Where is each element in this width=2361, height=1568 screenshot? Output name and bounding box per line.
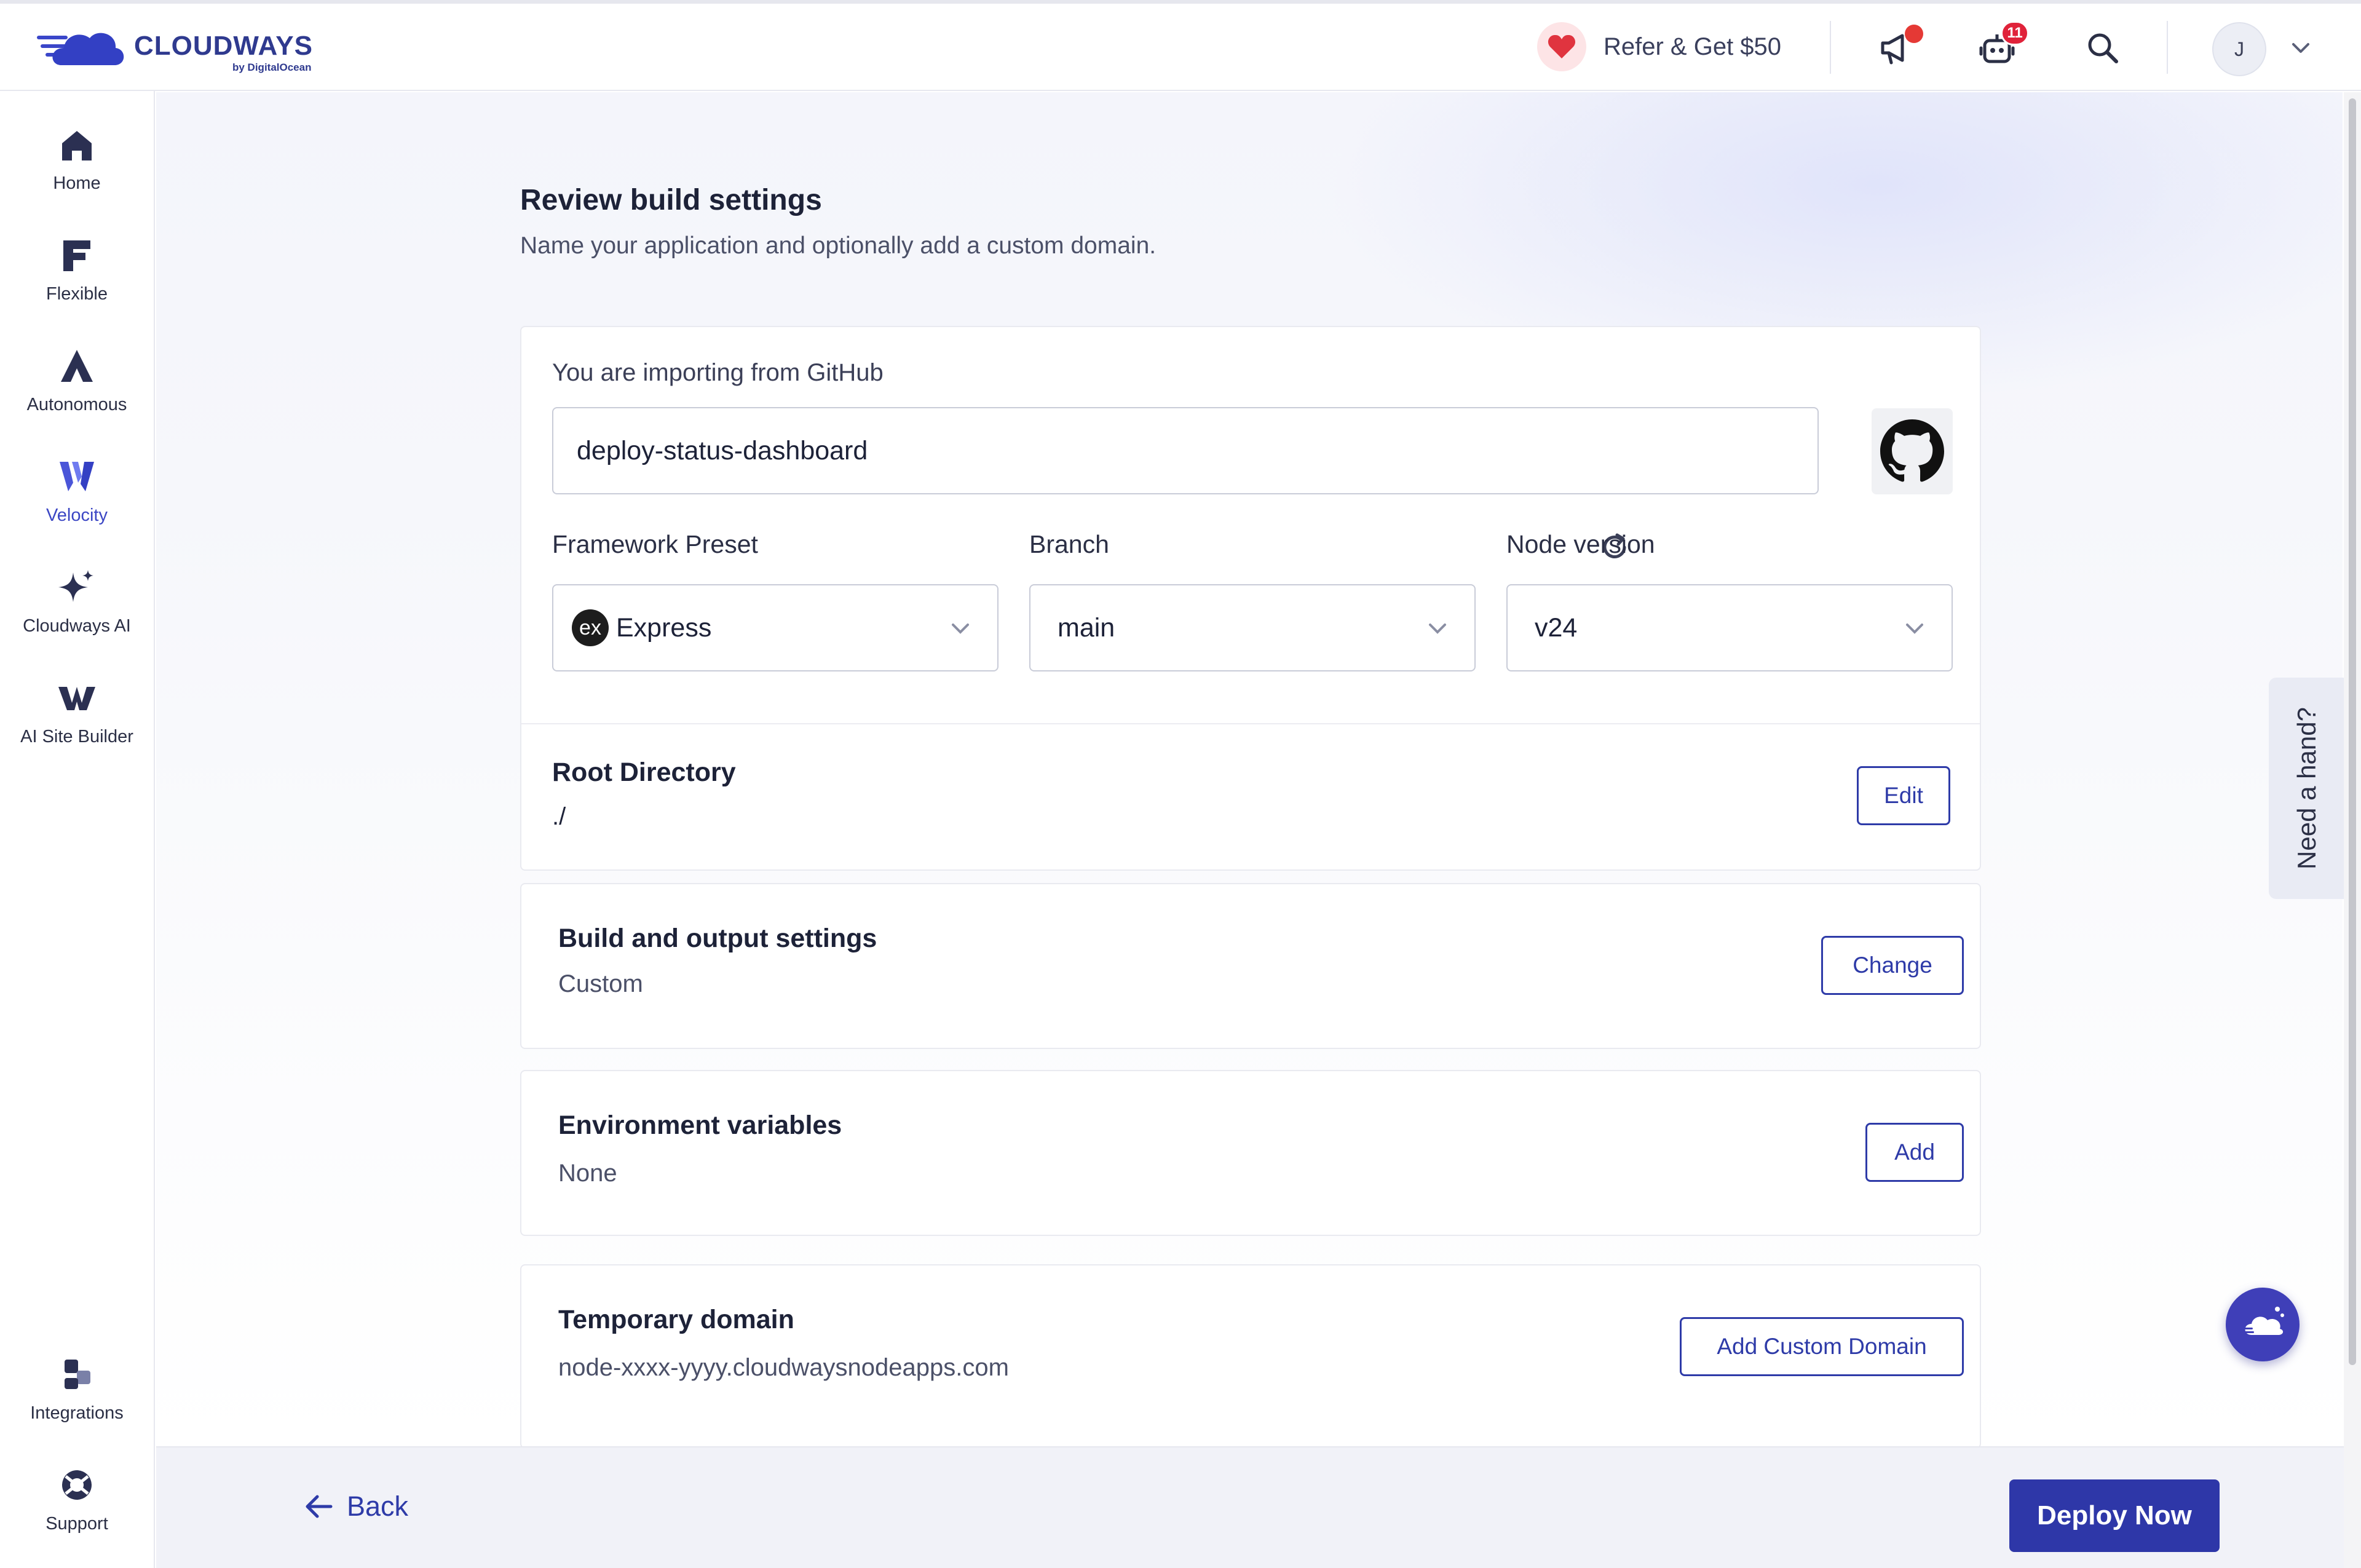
brand-sub: by DigitalOcean (232, 61, 312, 73)
sidebar-item-label: AI Site Builder (20, 727, 133, 746)
sidebar-item-flexible[interactable]: Flexible (0, 234, 154, 304)
build-settings-value: Custom (558, 970, 643, 997)
cloud-bot-icon (2242, 1307, 2284, 1335)
repo-name-value: deploy-status-dashboard (577, 435, 868, 465)
edit-root-button[interactable]: Edit (1857, 766, 1950, 825)
sidebar-item-label: Integrations (30, 1403, 124, 1423)
temporary-domain-card: Temporary domain node-xxxx-yyyy.cloudway… (520, 1264, 1981, 1446)
framework-select[interactable]: ex Express (552, 584, 999, 671)
node-version-value: v24 (1535, 612, 1578, 643)
back-label: Back (347, 1491, 409, 1522)
avatar-initial: J (2234, 38, 2244, 60)
build-settings-card: Build and output settings Custom Change (520, 883, 1981, 1049)
node-version-label: Node version (1506, 530, 1655, 558)
root-directory-value: ./ (552, 803, 566, 830)
chevron-down-icon[interactable] (2288, 36, 2313, 63)
sidebar-item-ai-site-builder[interactable]: AI Site Builder (0, 676, 154, 747)
topbar-divider (1830, 21, 1831, 74)
sidebar-item-label: Flexible (46, 284, 108, 304)
arrow-left-icon (306, 1495, 333, 1518)
refer-label: Refer & Get $50 (1604, 33, 1782, 60)
avatar[interactable]: J (2212, 22, 2266, 76)
scrollbar-thumb[interactable] (2349, 98, 2356, 1365)
velocity-icon (55, 455, 98, 498)
import-card: You are importing from GitHub deploy-sta… (520, 326, 1981, 871)
back-button[interactable]: Back (304, 1491, 408, 1522)
assistant-button[interactable] (2226, 1288, 2300, 1361)
branch-label: Branch (1029, 530, 1109, 558)
sidebar-item-support[interactable]: Support (0, 1463, 154, 1534)
import-label: You are importing from GitHub (552, 359, 884, 386)
change-build-button[interactable]: Change (1821, 936, 1964, 995)
sparkle-icon (55, 566, 98, 609)
sidebar-item-integrations[interactable]: Integrations (0, 1353, 154, 1423)
topbar-divider (2167, 21, 2168, 74)
scrollbar[interactable] (2344, 92, 2361, 1568)
chevron-down-icon (1429, 624, 1446, 634)
deploy-now-button[interactable]: Deploy Now (2009, 1479, 2220, 1552)
page-subtitle: Name your application and optionally add… (520, 232, 1157, 259)
cloudways-logo-icon (37, 33, 124, 65)
sidebar-item-autonomous[interactable]: Autonomous (0, 344, 154, 415)
add-custom-domain-button[interactable]: Add Custom Domain (1680, 1317, 1964, 1376)
github-icon (1872, 408, 1953, 494)
branch-select[interactable]: main (1029, 584, 1476, 671)
card-divider (521, 723, 1980, 724)
need-a-hand-tab[interactable]: Need a hand? (2269, 678, 2345, 899)
robot-badge: 11 (2001, 21, 2029, 46)
cloudways-logo[interactable]: CLOUDWAYS by DigitalOcean (37, 17, 320, 79)
repo-name-input[interactable]: deploy-status-dashboard (552, 407, 1819, 494)
sidebar-item-label: Home (53, 173, 101, 193)
env-variables-card: Environment variables None Add (520, 1070, 1981, 1236)
temporary-domain-title: Temporary domain (558, 1305, 794, 1334)
express-icon: ex (572, 609, 609, 646)
search-icon (2088, 33, 2118, 63)
flexible-icon (55, 234, 98, 277)
chevron-down-icon (1906, 624, 1923, 634)
autonomous-icon (55, 344, 98, 387)
footer-bar: Back Deploy Now (156, 1446, 2344, 1568)
heart-icon (1537, 22, 1586, 71)
page-title: Review build settings (520, 184, 822, 216)
need-a-hand-label: Need a hand? (2292, 707, 2321, 869)
sidebar-item-velocity[interactable]: Velocity (0, 455, 154, 526)
integrations-icon (55, 1353, 98, 1396)
announcements-button[interactable] (1875, 25, 1923, 70)
sidebar: Home Flexible Autonomous Velocity Cloudw… (0, 91, 155, 1568)
node-version-select[interactable]: v24 (1506, 584, 1953, 671)
main-content: Review build settings Name your applicat… (156, 92, 2343, 1446)
search-button[interactable] (2081, 26, 2125, 70)
support-icon (55, 1463, 98, 1507)
refer-button[interactable]: Refer & Get $50 (1537, 22, 1781, 71)
w-logo-icon (55, 676, 98, 719)
add-env-button[interactable]: Add (1865, 1123, 1964, 1182)
sidebar-item-home[interactable]: Home (0, 123, 154, 194)
brand-name: CLOUDWAYS (134, 31, 313, 61)
temporary-domain-value: node-xxxx-yyyy.cloudwaysnodeapps.com (558, 1354, 1009, 1381)
sidebar-item-label: Autonomous (26, 395, 127, 414)
env-variables-title: Environment variables (558, 1111, 842, 1140)
sidebar-item-label: Velocity (46, 505, 108, 525)
env-variables-value: None (558, 1160, 617, 1187)
build-settings-title: Build and output settings (558, 924, 877, 953)
framework-label: Framework Preset (552, 530, 758, 558)
bot-notifications-button[interactable]: 11 (1976, 21, 2029, 70)
framework-value: Express (616, 612, 712, 643)
top-bar: CLOUDWAYS by DigitalOcean Refer & Get $5… (0, 0, 2361, 91)
chevron-down-icon (952, 624, 969, 634)
sidebar-item-label: Support (45, 1514, 108, 1534)
sidebar-item-cloudways-ai[interactable]: Cloudways AI (0, 566, 154, 636)
branch-value: main (1058, 612, 1115, 643)
sidebar-item-label: Cloudways AI (23, 616, 131, 636)
root-directory-title: Root Directory (552, 758, 736, 787)
home-icon (55, 123, 98, 166)
notification-dot (1905, 25, 1923, 43)
